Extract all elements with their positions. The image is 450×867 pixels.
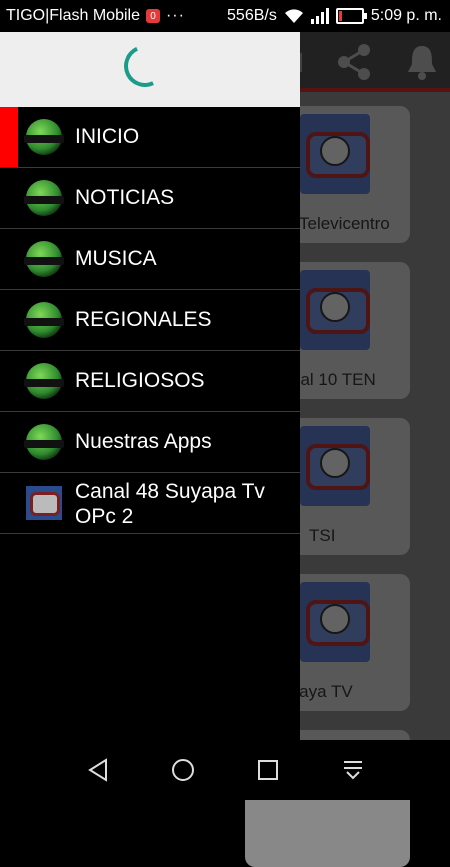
network-speed: 556B/s bbox=[227, 7, 277, 24]
notification-badge: 0 bbox=[145, 9, 160, 23]
pull-down-icon bbox=[344, 761, 362, 780]
system-navigation-bar bbox=[0, 740, 450, 800]
menu-item-label: INICIO bbox=[75, 125, 140, 148]
menu-item-label: Canal 48 Suyapa Tv OPc 2 bbox=[75, 480, 265, 528]
back-icon bbox=[88, 758, 107, 782]
globe-logo-icon bbox=[24, 302, 64, 338]
more-notifications-icon: ··· bbox=[165, 7, 185, 24]
menu-item-noticias[interactable]: NOTICIAS bbox=[0, 168, 300, 229]
menu-item-label: REGIONALES bbox=[75, 308, 212, 331]
menu-item-inicio[interactable]: INICIO bbox=[0, 107, 300, 168]
menu-item-label: Nuestras Apps bbox=[75, 430, 212, 453]
globe-logo-icon bbox=[24, 119, 64, 155]
notification-pulldown-button[interactable] bbox=[341, 758, 365, 787]
menu-item-label: NOTICIAS bbox=[75, 186, 175, 209]
menu-item-canal-48[interactable]: Canal 48 Suyapa Tv OPc 2 bbox=[0, 473, 300, 534]
drawer-menu: INICIO NOTICIAS MUSICA REGIONALES RELIGI… bbox=[0, 107, 300, 534]
globe-logo-icon bbox=[24, 180, 64, 216]
globe-logo-icon bbox=[24, 241, 64, 277]
recents-icon bbox=[258, 760, 278, 780]
signal-icon bbox=[310, 8, 329, 24]
status-bar: TIGO|Flash Mobile 0 ··· 556B/s 5:09 p. m… bbox=[0, 0, 450, 32]
drawer-header bbox=[0, 32, 300, 107]
recents-button[interactable] bbox=[256, 758, 280, 787]
loading-spinner-icon bbox=[118, 39, 172, 93]
globe-logo-icon bbox=[24, 424, 64, 460]
back-button[interactable] bbox=[86, 758, 110, 787]
navigation-drawer: INICIO NOTICIAS MUSICA REGIONALES RELIGI… bbox=[0, 32, 300, 740]
menu-item-musica[interactable]: MUSICA bbox=[0, 229, 300, 290]
battery-icon bbox=[335, 8, 367, 24]
home-icon bbox=[172, 759, 194, 781]
tv-channel-icon bbox=[26, 486, 62, 520]
menu-item-nuestras-apps[interactable]: Nuestras Apps bbox=[0, 412, 300, 473]
menu-item-regionales[interactable]: REGIONALES bbox=[0, 290, 300, 351]
menu-item-religiosos[interactable]: RELIGIOSOS bbox=[0, 351, 300, 412]
menu-item-label: RELIGIOSOS bbox=[75, 369, 205, 392]
clock: 5:09 p. m. bbox=[370, 7, 442, 24]
wifi-icon bbox=[284, 9, 303, 23]
carrier-label: TIGO|Flash Mobile bbox=[6, 7, 140, 24]
globe-logo-icon bbox=[24, 363, 64, 399]
menu-item-label: MUSICA bbox=[75, 247, 157, 270]
home-button[interactable] bbox=[171, 758, 195, 787]
active-indicator bbox=[0, 107, 18, 167]
